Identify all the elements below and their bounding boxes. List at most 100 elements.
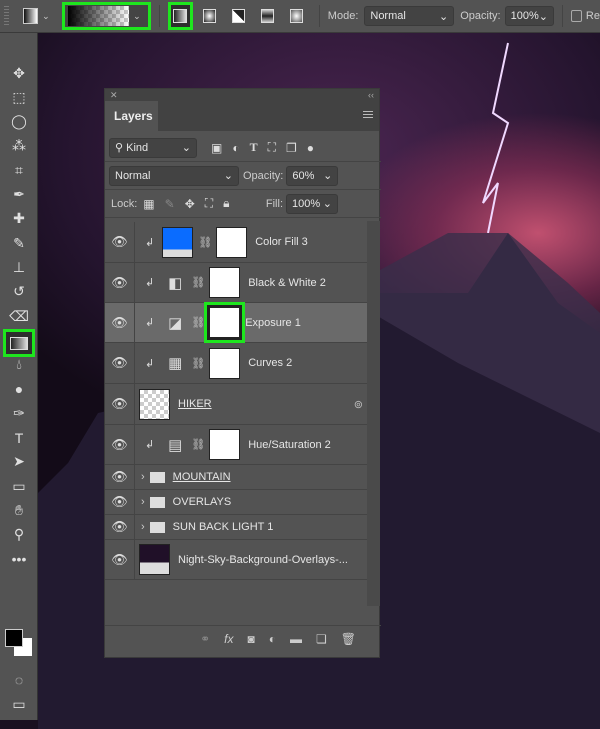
move-tool[interactable]: ✥: [8, 62, 30, 84]
layer-name[interactable]: Exposure 1: [245, 317, 301, 329]
add-mask-icon[interactable]: ◙: [248, 632, 255, 646]
reverse-checkbox[interactable]: [570, 10, 582, 22]
mode-select[interactable]: Normal ⌄: [364, 6, 455, 26]
eyedropper-tool[interactable]: ✒: [8, 184, 30, 206]
fill-input[interactable]: 100% ⌄: [286, 193, 338, 214]
blur-tool[interactable]: 💧︎: [8, 354, 30, 376]
layer-name[interactable]: SUN BACK LIGHT 1: [173, 521, 274, 533]
layer-name[interactable]: OVERLAYS: [173, 496, 232, 508]
reflected-gradient-icon[interactable]: [261, 9, 275, 23]
lock-transparent-icon[interactable]: ▦: [143, 197, 154, 211]
foreground-color-swatch[interactable]: [5, 629, 23, 647]
visibility-eye-icon[interactable]: 👁︎: [105, 540, 135, 579]
diamond-gradient-icon[interactable]: [290, 9, 303, 23]
dodge-tool[interactable]: ●: [8, 378, 30, 400]
layer-row[interactable]: 👁︎ ↲ ⛓︎ Color Fill 3: [105, 222, 367, 263]
layer-opacity-input[interactable]: 60% ⌄: [286, 165, 339, 186]
layer-mask-thumbnail[interactable]: [209, 347, 241, 379]
layer-mask-thumbnail[interactable]: [207, 305, 243, 340]
eraser-tool[interactable]: ⌫: [8, 305, 30, 327]
layer-row[interactable]: 👁︎ › OVERLAYS: [105, 490, 367, 515]
rectangle-tool[interactable]: ▭: [8, 475, 30, 497]
panel-menu-icon[interactable]: [363, 111, 373, 119]
visibility-eye-icon[interactable]: 👁︎: [105, 263, 135, 302]
scrollbar[interactable]: [367, 221, 380, 606]
hand-tool[interactable]: ✋︎: [8, 499, 30, 521]
layer-row[interactable]: 👁︎ › SUN BACK LIGHT 1: [105, 515, 367, 540]
close-icon[interactable]: ✕: [110, 89, 118, 101]
marquee-tool[interactable]: ⬚: [8, 86, 30, 108]
screen-mode-icon[interactable]: ▭: [8, 693, 30, 715]
gradient-picker[interactable]: ⌄: [61, 2, 151, 30]
shape-filter-icon[interactable]: ⛶: [268, 140, 276, 155]
visibility-eye-icon[interactable]: 👁︎: [105, 303, 135, 342]
type-filter-icon[interactable]: T: [250, 140, 258, 155]
delete-icon[interactable]: 🗑︎: [341, 632, 356, 646]
visibility-eye-icon[interactable]: 👁︎: [105, 343, 135, 383]
healing-brush-tool[interactable]: ✚: [8, 208, 30, 230]
layer-name[interactable]: Black & White 2: [248, 277, 326, 289]
zoom-tool[interactable]: ⚲: [8, 524, 30, 546]
visibility-eye-icon[interactable]: 👁︎: [105, 515, 135, 539]
opacity-input[interactable]: 100% ⌄: [504, 6, 554, 26]
visibility-eye-icon[interactable]: 👁︎: [105, 465, 135, 489]
fx-icon[interactable]: fx: [224, 632, 233, 646]
layer-name[interactable]: Hue/Saturation 2: [248, 439, 331, 451]
layer-row[interactable]: 👁︎ › MOUNTAIN: [105, 465, 367, 490]
angle-gradient-icon[interactable]: [232, 9, 246, 23]
chevron-down-icon[interactable]: ⌄: [42, 11, 50, 22]
adjustment-filter-icon[interactable]: ◐: [232, 141, 239, 155]
linear-gradient-button[interactable]: [167, 2, 194, 30]
filter-kind-select[interactable]: ⚲ Kind ⌄: [109, 137, 197, 158]
visibility-eye-icon[interactable]: 👁︎: [105, 222, 135, 262]
new-adjustment-icon[interactable]: ◐: [269, 632, 276, 646]
lock-position-icon[interactable]: ✥: [185, 197, 195, 211]
more-tool[interactable]: •••: [8, 548, 30, 570]
lock-all-icon[interactable]: 🔒︎: [223, 196, 229, 211]
radial-gradient-icon[interactable]: [203, 9, 217, 23]
options-grip[interactable]: [4, 6, 10, 26]
brush-tool[interactable]: ✎: [8, 232, 30, 254]
magic-wand-tool[interactable]: ⁂: [8, 135, 30, 157]
visibility-eye-icon[interactable]: 👁︎: [105, 384, 135, 424]
chevron-down-icon[interactable]: ⌄: [323, 169, 332, 182]
clone-stamp-tool[interactable]: ⊥: [8, 256, 30, 278]
expand-chevron-icon[interactable]: ›: [141, 471, 145, 483]
layer-row[interactable]: 👁︎ Night-Sky-Background-Overlays-...: [105, 540, 367, 580]
layer-name[interactable]: MOUNTAIN: [173, 471, 231, 483]
blend-mode-select[interactable]: Normal ⌄: [109, 165, 239, 186]
pixel-filter-icon[interactable]: ▣: [211, 141, 222, 155]
visibility-eye-icon[interactable]: 👁︎: [105, 425, 135, 464]
layer-row[interactable]: 👁︎ ↲ ▤ ⛓︎ Hue/Saturation 2: [105, 425, 367, 465]
layer-name[interactable]: Color Fill 3: [255, 236, 308, 248]
layer-row[interactable]: 👁︎ ↲ ◪ ⛓︎ Exposure 1: [105, 303, 367, 343]
smart-object-filter-icon[interactable]: ❐: [286, 141, 297, 155]
path-selection-tool[interactable]: ➤: [8, 451, 30, 473]
crop-tool[interactable]: ⌗: [8, 159, 30, 181]
tab-layers[interactable]: Layers: [105, 101, 158, 131]
layer-mask-thumbnail[interactable]: [216, 226, 248, 258]
lasso-tool[interactable]: ◯: [8, 111, 30, 133]
new-layer-icon[interactable]: ❏: [316, 632, 327, 646]
tool-preset-icon[interactable]: [23, 8, 39, 24]
pen-tool[interactable]: ✑: [8, 402, 30, 424]
lock-image-icon[interactable]: ✎: [165, 197, 175, 211]
chevron-down-icon[interactable]: ⌄: [539, 10, 548, 23]
layer-row[interactable]: 👁︎ ↲ ▦ ⛓︎ Curves 2: [105, 343, 367, 384]
layer-mask-thumbnail[interactable]: [209, 429, 241, 460]
smart-filter-icon[interactable]: ⊚: [354, 398, 363, 411]
quick-mask-icon[interactable]: ◌: [8, 669, 30, 691]
visibility-eye-icon[interactable]: 👁︎: [105, 490, 135, 514]
link-layers-icon[interactable]: ⚭: [200, 632, 210, 646]
type-tool[interactable]: T: [8, 427, 30, 449]
layer-name[interactable]: Night-Sky-Background-Overlays-...: [178, 554, 348, 566]
layer-mask-thumbnail[interactable]: [209, 267, 241, 298]
layer-name[interactable]: Curves 2: [248, 357, 292, 369]
layer-name[interactable]: HIKER: [178, 398, 212, 410]
lock-artboard-icon[interactable]: ⛶: [205, 196, 213, 211]
collapse-icon[interactable]: ‹‹: [368, 89, 374, 101]
chevron-down-icon[interactable]: ⌄: [323, 197, 332, 210]
expand-chevron-icon[interactable]: ›: [141, 496, 145, 508]
history-brush-tool[interactable]: ↺: [8, 281, 30, 303]
new-group-icon[interactable]: ▬: [290, 632, 302, 646]
